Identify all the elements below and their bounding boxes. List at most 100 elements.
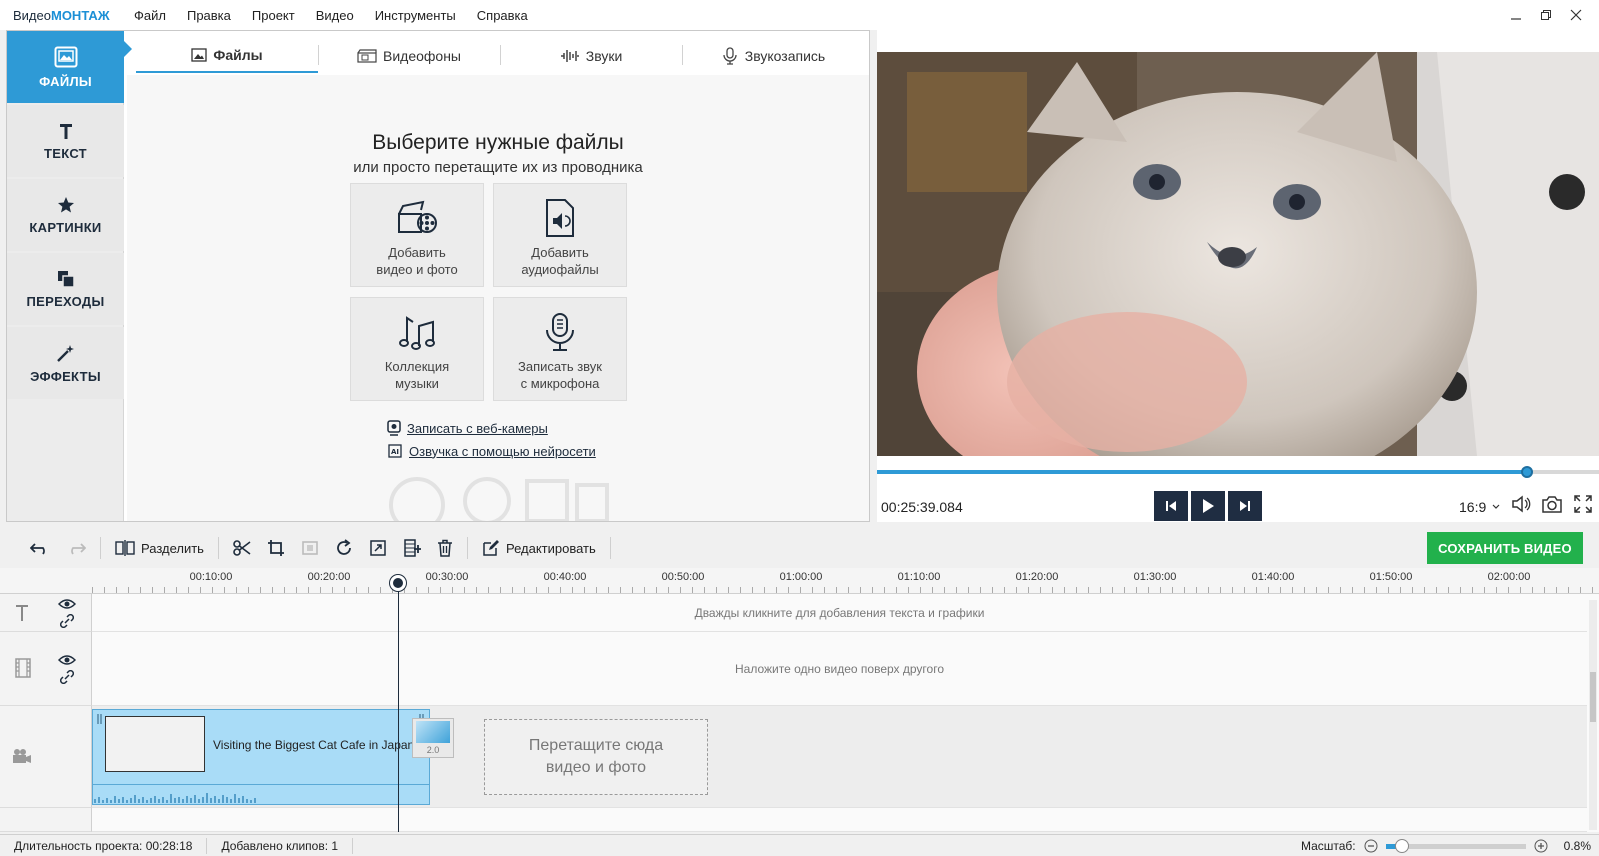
project-duration: Длительность проекта: 00:28:18: [0, 837, 208, 854]
menu-file[interactable]: Файл: [134, 8, 166, 23]
scissors-icon: [233, 540, 251, 556]
menu-help[interactable]: Справка: [477, 8, 528, 23]
video-frame[interactable]: [877, 52, 1599, 456]
sidebar-item-label: ФАЙЛЫ: [39, 73, 92, 89]
rotate-button[interactable]: [327, 530, 361, 566]
menu-project[interactable]: Проект: [252, 8, 295, 23]
overlay-track[interactable]: Наложите одно видео поверх другого: [92, 632, 1587, 706]
camera-snapshot-icon[interactable]: [1541, 494, 1563, 514]
close-button[interactable]: [1561, 4, 1591, 26]
save-video-button[interactable]: СОХРАНИТЬ ВИДЕО: [1427, 532, 1583, 564]
clips-label: Добавлено клипов:: [221, 838, 329, 853]
sidebar-item-images[interactable]: КАРТИНКИ: [7, 179, 124, 251]
zoom-slider-handle[interactable]: [1395, 838, 1410, 853]
menu-edit[interactable]: Правка: [187, 8, 231, 23]
frame-button[interactable]: [293, 530, 327, 566]
timeline-ruler[interactable]: 00:10:00 00:20:00 00:30:00 00:40:00 00:50:00…: [0, 568, 1599, 594]
sidebar-item-text[interactable]: ТЕКСТ: [7, 105, 124, 177]
link-icon[interactable]: [60, 614, 74, 628]
previous-button[interactable]: [1154, 491, 1188, 521]
card-label: Записать звук с микрофона: [518, 359, 602, 391]
tab-recording[interactable]: Звукозапись: [682, 39, 864, 73]
timeline-scrollbar[interactable]: [1589, 600, 1597, 830]
audio-track[interactable]: [92, 808, 1587, 832]
volume-icon[interactable]: [1511, 494, 1531, 514]
menu-tools[interactable]: Инструменты: [375, 8, 456, 23]
seek-bar[interactable]: [877, 466, 1599, 478]
eye-icon[interactable]: [58, 654, 76, 666]
cut-button[interactable]: [225, 530, 259, 566]
zoom-out-icon[interactable]: [1364, 839, 1378, 853]
next-button[interactable]: [1228, 491, 1262, 521]
transition-marker[interactable]: 2.0: [412, 718, 454, 758]
timeline: Дважды кликните для добавления текста и …: [0, 594, 1599, 832]
clips-value: 1: [331, 838, 339, 853]
split-label: Разделить: [141, 540, 204, 556]
minimize-button[interactable]: [1501, 4, 1531, 26]
zoom-slider[interactable]: [1385, 838, 1526, 853]
split-icon: [115, 540, 135, 556]
fullscreen-icon[interactable]: [1573, 494, 1593, 514]
add-film-icon: [404, 539, 421, 557]
minimize-icon: [1511, 18, 1521, 20]
sidebar-item-effects[interactable]: ЭФФЕКТЫ: [7, 327, 124, 399]
media-panel: ФАЙЛЫ ТЕКСТ КАРТИНКИ ПЕРЕХОДЫ ЭФФЕКТЫ Фа…: [6, 30, 870, 522]
webcam-link-label[interactable]: Записать с веб-камеры: [407, 421, 548, 436]
window-controls: [1501, 4, 1591, 26]
add-clip-button[interactable]: [395, 530, 429, 566]
resize-icon: [370, 540, 386, 556]
edit-toolbar: Разделить Редактировать СОХРАНИТЬ ВИДЕО: [0, 530, 1599, 566]
transition-duration: 2.0: [426, 745, 440, 755]
text-track[interactable]: Дважды кликните для добавления текста и …: [92, 594, 1587, 632]
resize-button[interactable]: [361, 530, 395, 566]
clip-trim-handle-icon[interactable]: [97, 714, 103, 724]
ai-chip-icon: AI: [388, 444, 402, 458]
files-drop-area[interactable]: Выберите нужные файлы или просто перетащ…: [127, 75, 869, 521]
split-button[interactable]: Разделить: [107, 530, 212, 566]
clapper-icon: [357, 49, 377, 63]
ruler-tick-label: 00:50:00: [661, 571, 705, 583]
music-collection-button[interactable]: Коллекция музыки: [350, 297, 484, 401]
redo-button[interactable]: [58, 530, 94, 566]
sidebar-item-label: ПЕРЕХОДЫ: [26, 293, 105, 309]
skip-forward-icon: [1240, 501, 1250, 511]
record-mic-button[interactable]: Записать звук с микрофона: [493, 297, 627, 401]
edit-button[interactable]: Редактировать: [474, 530, 604, 566]
microphone-icon: [723, 47, 737, 65]
add-video-photo-button[interactable]: Добавить видео и фото: [350, 183, 484, 287]
tab-files[interactable]: Файлы: [136, 39, 318, 73]
ruler-tick-label: 01:10:00: [897, 571, 941, 583]
preview-tools: [1511, 494, 1593, 514]
sidebar-item-label: КАРТИНКИ: [29, 219, 102, 235]
drop-zone[interactable]: Перетащите сюда видео и фото: [484, 719, 708, 795]
aspect-ratio-select[interactable]: 16:9: [1459, 499, 1500, 515]
add-audio-button[interactable]: Добавить аудиофайлы: [493, 183, 627, 287]
sidebar-item-files[interactable]: ФАЙЛЫ: [7, 31, 132, 103]
delete-button[interactable]: [429, 530, 461, 566]
ai-voiceover-link[interactable]: AI Озвучка с помощью нейросети: [387, 443, 596, 459]
sidebar-item-transitions[interactable]: ПЕРЕХОДЫ: [7, 253, 124, 325]
seek-bar-handle[interactable]: [1520, 466, 1533, 478]
scrollbar-thumb[interactable]: [1590, 672, 1596, 722]
undo-button[interactable]: [0, 530, 58, 566]
ai-voiceover-link-label[interactable]: Озвучка с помощью нейросети: [409, 444, 596, 459]
edit-label: Редактировать: [505, 540, 596, 556]
tab-backgrounds[interactable]: Видеофоны: [318, 39, 500, 73]
toolbar-divider: [466, 537, 468, 559]
restore-button[interactable]: [1531, 4, 1561, 26]
zoom-in-icon[interactable]: [1534, 839, 1548, 853]
tab-sounds[interactable]: Звуки: [500, 39, 682, 73]
play-button[interactable]: [1191, 491, 1225, 521]
zoom-control: Масштаб: 0.8%: [1301, 835, 1599, 856]
eye-icon[interactable]: [58, 598, 76, 610]
playhead-handle[interactable]: [390, 575, 406, 591]
link-icon[interactable]: [60, 670, 74, 684]
menu-video[interactable]: Видео: [316, 8, 354, 23]
image-icon: [54, 46, 77, 67]
card-label: Добавить видео и фото: [376, 245, 458, 277]
microphone-icon: [546, 313, 574, 351]
crop-button[interactable]: [259, 530, 293, 566]
webcam-link[interactable]: Записать с веб-камеры: [387, 420, 548, 436]
logo-text-1: Видео: [13, 7, 51, 23]
video-clip[interactable]: Visiting the Biggest Cat Cafe in Japan: [92, 709, 430, 805]
